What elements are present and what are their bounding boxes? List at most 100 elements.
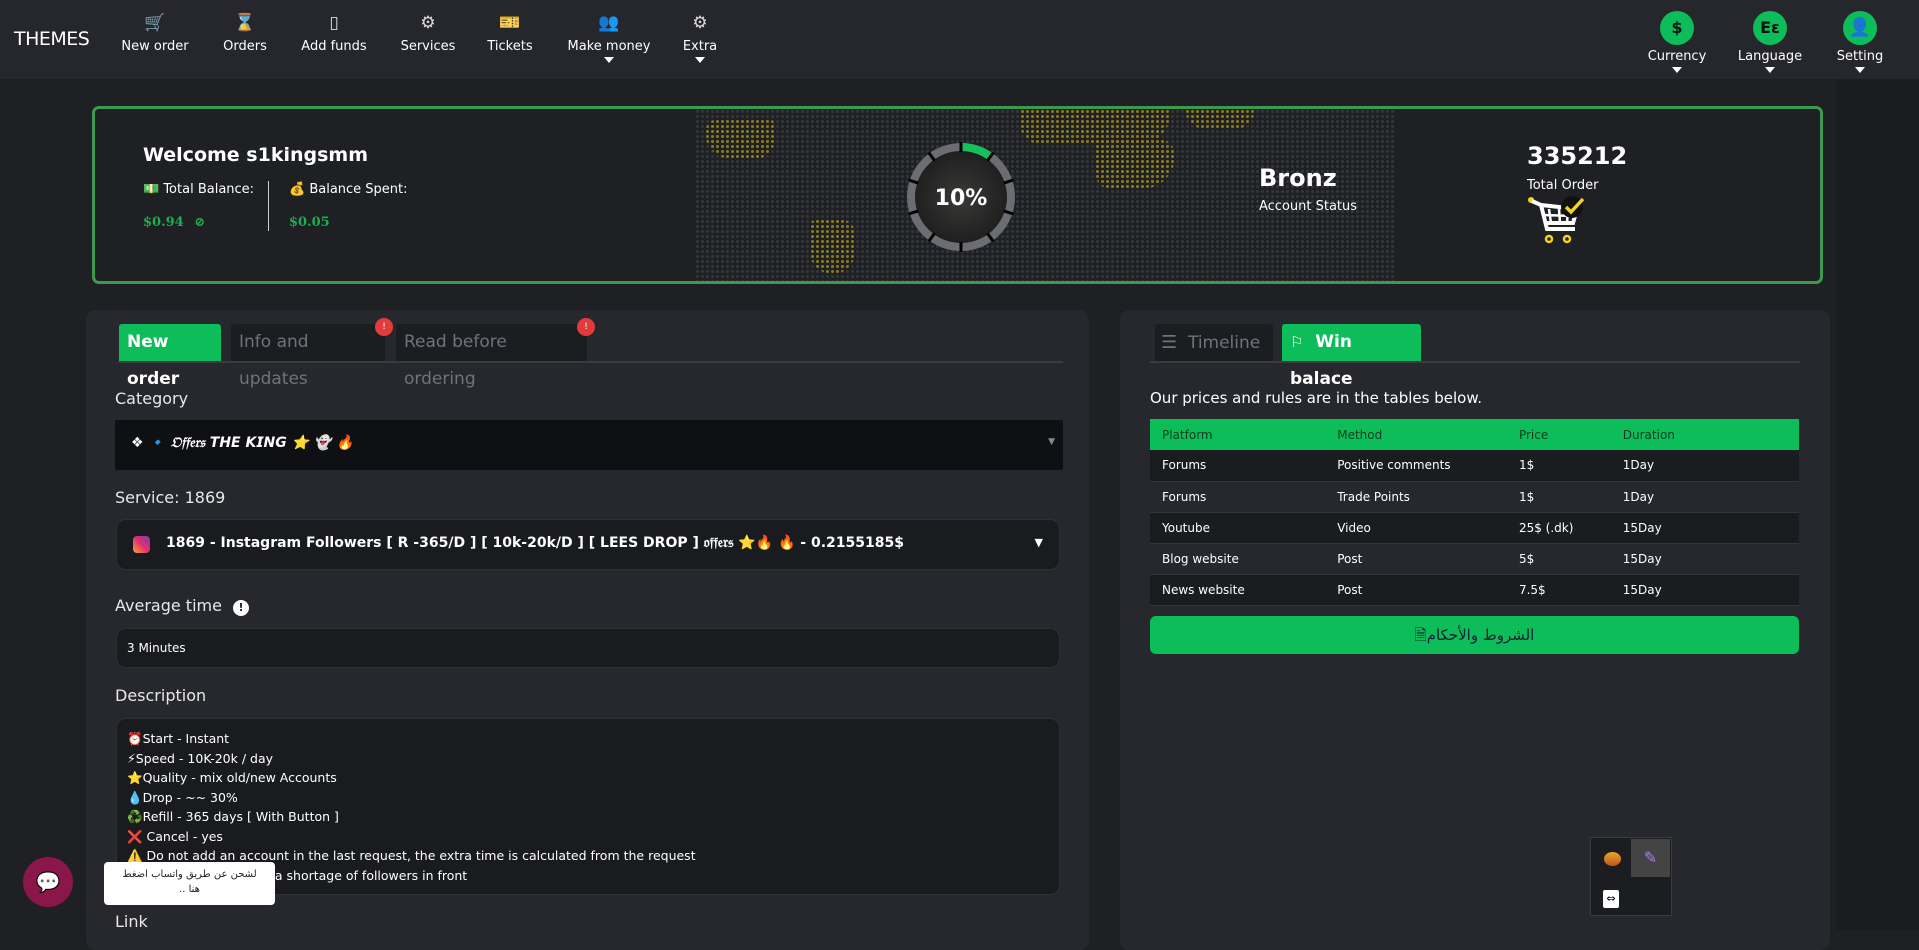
nav-new-order[interactable]: 🛒 New order [105,12,205,54]
extension-orange-icon[interactable] [1604,852,1621,866]
caret-down-icon [604,57,614,63]
avatar: 👤 [1843,11,1877,45]
nav-add-funds[interactable]: ▯ Add funds [284,12,384,54]
list-icon: ☰ [1161,332,1178,353]
nav-extra[interactable]: ⚙ Extra [650,12,750,63]
table-cell: Trade Points [1325,481,1507,513]
progress-percent: 10% [935,186,988,211]
currency-icon: $ [1660,11,1694,45]
table-row: Forums Trade Points 1$ 1Day [1150,481,1799,513]
terms-button[interactable]: 🗎الشروط والأحكام [1150,616,1799,654]
nav-label: Orders [223,39,267,54]
tab-win-balance[interactable]: ⚐ Win balace [1282,324,1421,389]
tab-new-order[interactable]: New order [119,324,221,389]
table-cell: Youtube [1150,512,1326,544]
description-line: ⏰Start - Instant [127,731,230,746]
menu-label: Currency [1647,49,1707,64]
extension-teamviewer-icon[interactable]: ⇔ [1603,890,1619,908]
tab-info-and-updates[interactable]: Info and updates! [231,318,393,389]
table-cell: 1$ [1506,481,1611,513]
brand-logo[interactable]: THEMES [14,28,90,50]
table-cell: Post [1325,574,1507,606]
table-cell: 15Day [1610,574,1799,606]
table-row: Forums Positive comments 1$ 1Day [1150,450,1799,482]
column-header: Platform [1150,419,1326,450]
category-selected-value: ❖ 🔹 𝔒𝔣𝔣𝔢𝔯𝔰 𝙏𝙃𝙀 𝙆𝙄𝙉𝙂 ⭐ 👻 🔥 [131,435,354,451]
users-dollar-icon: 👥 [598,13,620,33]
menu-label: Setting [1836,49,1884,64]
cash-icon: 💵 [143,182,160,197]
win-intro-text: Our prices and rules are in the tables b… [1150,389,1482,407]
description-line: ⭐Quality - mix old/new Accounts [127,770,337,785]
nav-make-money[interactable]: 👥 Make money [559,12,659,63]
extension-feather-icon[interactable]: ✎ [1631,839,1670,877]
table-cell: 25$ (.dk) [1506,512,1611,544]
caret-down-icon [695,57,705,63]
prices-table: Platform Method Price Duration Forums Positiv… [1150,419,1799,606]
total-balance-value: $0.94 [143,215,184,230]
table-row: Youtube Video 25$ (.dk) 15Day [1150,512,1799,544]
table-cell: 1Day [1610,450,1799,482]
instagram-icon [133,536,150,553]
notification-badge: ! [375,318,393,336]
chevron-down-icon: ▼ [1048,437,1055,447]
average-time-label: Average time ! [115,596,250,616]
caret-down-icon [1765,67,1775,73]
language-menu[interactable]: Eε Language [1725,11,1815,73]
nav-label: Extra [682,39,718,54]
money-bag-icon: 💰 [289,182,306,197]
tab-timeline[interactable]: ☰ Timeline [1155,324,1273,361]
cart-check-icon [1528,196,1585,244]
eye-slash-icon[interactable]: ⊘ [194,215,205,230]
progress-gauge: 10% [907,142,1015,252]
average-time-value: 3 Minutes [127,641,186,655]
setting-menu[interactable]: 👤 Setting [1815,11,1905,73]
balance-spent-label: Balance Spent: [309,182,408,197]
category-label: Category [115,389,189,408]
nav-label: Tickets [487,39,533,54]
table-cell: 5$ [1506,543,1611,575]
chat-bubbles-icon: 💬 [35,870,61,894]
ticket-add-icon: 🎫 [499,13,521,33]
account-status: Bronz [1259,164,1337,192]
top-navbar: THEMES 🛒 New order ⌛ Orders ▯ Add funds ⚙ Servi… [0,0,1919,79]
currency-menu[interactable]: $ Currency [1632,11,1722,73]
table-row: Blog website Post 5$ 15Day [1150,543,1799,575]
description-line: 💧Drop - ~~ 30% [127,789,238,805]
column-header: Method [1325,419,1507,450]
flag-icon: ⚐ [1290,333,1304,351]
average-time-field: 3 Minutes [116,628,1060,668]
table-cell: Video [1325,512,1507,544]
total-orders-count: 335212 [1527,142,1628,170]
nav-orders[interactable]: ⌛ Orders [195,12,295,54]
account-status-label: Account Status [1259,199,1358,214]
document-icon: 🗎 [1414,626,1427,644]
table-cell: 15Day [1610,543,1799,575]
nav-label: Make money [567,39,651,54]
chat-button[interactable]: 💬 [23,857,73,907]
description-line: ♻️Refill - 365 days [ With Button ] [127,809,339,824]
menu-label: Language [1737,49,1803,64]
category-select[interactable]: ❖ 🔹 𝔒𝔣𝔣𝔢𝔯𝔰 𝙏𝙃𝙀 𝙆𝙄𝙉𝙂 ⭐ 👻 🔥 ▼ [115,420,1063,470]
notification-badge: ! [577,318,595,336]
total-balance-label: Total Balance: [163,182,255,197]
service-select[interactable]: 1869 - Instagram Followers [ R -365/D ] … [116,519,1060,570]
chevron-down-icon: ▼ [1034,536,1043,549]
table-cell: 7.5$ [1506,574,1611,606]
wallet-icon: ▯ [329,13,339,33]
nav-tickets[interactable]: 🎫 Tickets [460,12,560,54]
table-cell: Forums [1150,450,1326,482]
description-label: Description [115,686,207,705]
table-cell: Post [1325,543,1507,575]
service-label: Service: 1869 [115,488,226,507]
tab-read-before-ordering[interactable]: Read before ordering! [396,318,595,389]
caret-down-icon [1855,67,1865,73]
browser-extension-popup: ✎ ⇔ [1590,837,1672,916]
info-icon[interactable]: ! [233,600,250,616]
welcome-title: Welcome s1kingsmm [143,144,369,166]
table-cell: Positive comments [1325,450,1507,482]
welcome-banner: Welcome s1kingsmm 💵 Total Balance: $0.94… [92,106,1823,284]
nav-label: New order [121,39,189,54]
table-cell: 1$ [1506,450,1611,482]
balance-spent-value: $0.05 [289,215,330,230]
